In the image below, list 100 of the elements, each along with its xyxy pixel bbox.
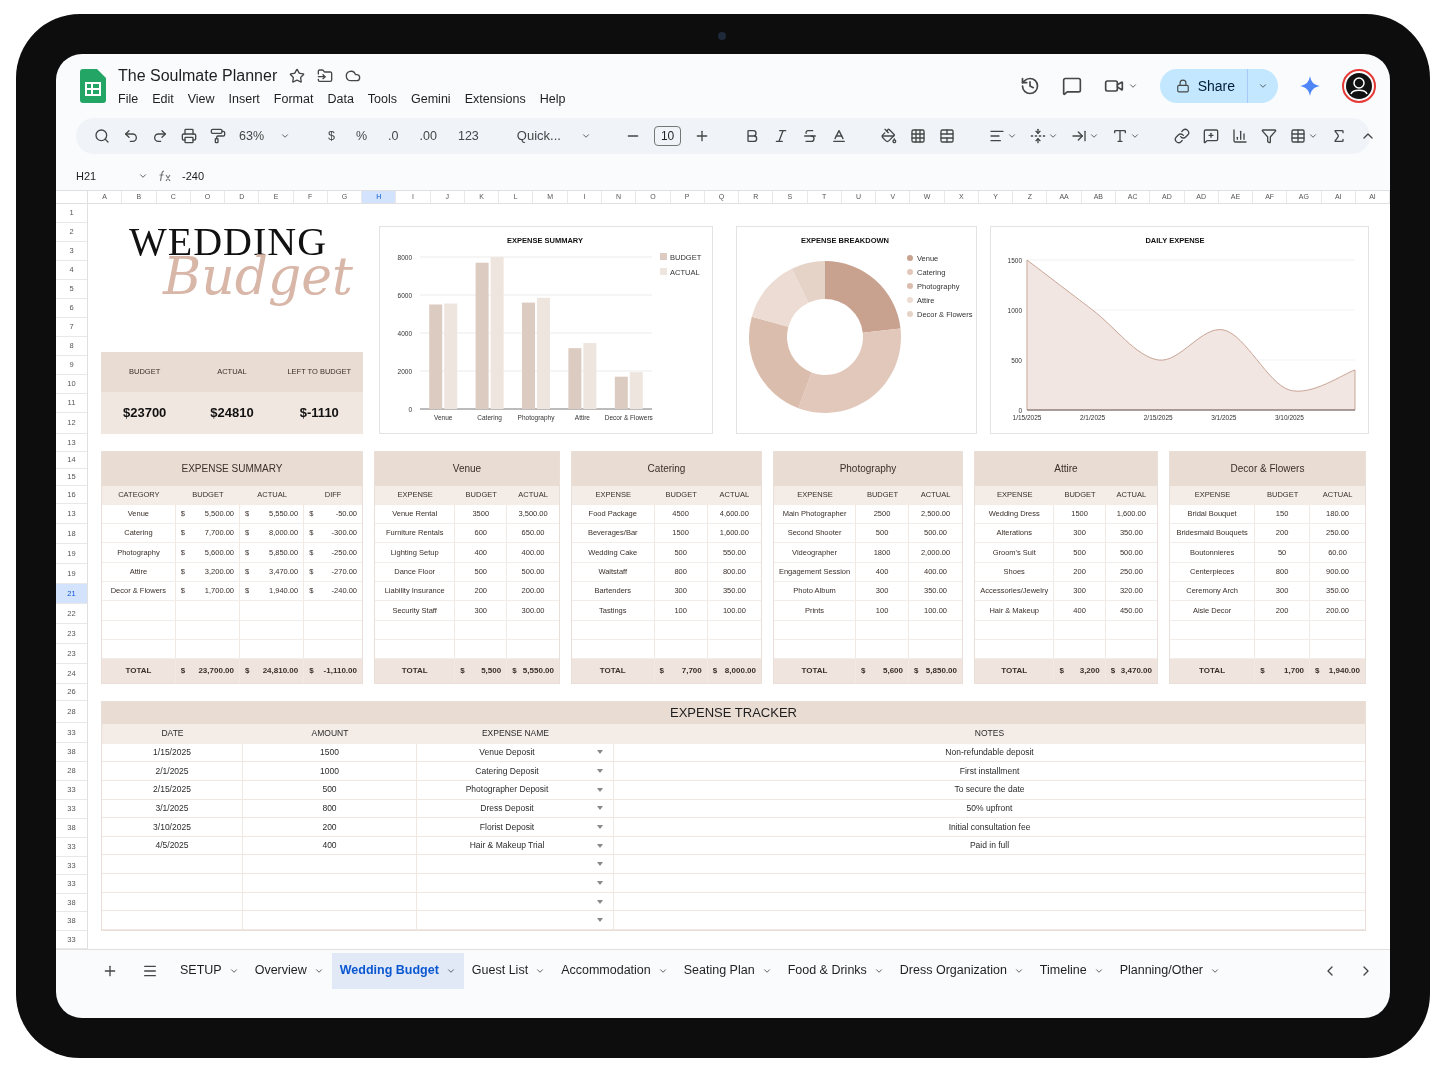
menu-item[interactable]: Help [539, 89, 566, 109]
amount-text: 24,810.00 [262, 665, 299, 678]
menu-item[interactable]: File [118, 89, 139, 109]
caret-icon[interactable] [1089, 131, 1100, 141]
caret-icon[interactable] [1127, 81, 1138, 91]
spreadsheet-logo-icon[interactable] [80, 69, 106, 103]
text-rotation-icon[interactable] [1112, 128, 1129, 144]
text-color-icon[interactable] [831, 128, 848, 144]
fill-color-icon[interactable] [881, 128, 898, 144]
dropdown-icon[interactable] [597, 880, 603, 885]
folder-icon[interactable] [317, 67, 334, 84]
caret-icon[interactable] [580, 131, 591, 141]
vertical-align-icon[interactable] [1030, 128, 1047, 144]
menu-item[interactable]: View [187, 89, 215, 109]
table-cell: Hair & Makeup Trial [469, 839, 545, 852]
amount-text: -1,110.00 [323, 665, 357, 678]
dropdown-icon[interactable] [597, 862, 603, 867]
paint-format-icon[interactable] [210, 128, 226, 144]
sheet-tab[interactable]: SETUP [172, 952, 247, 989]
caret-icon[interactable] [280, 131, 291, 141]
dropdown-icon[interactable] [597, 806, 603, 811]
sheet-tab[interactable]: Food & Drinks [779, 952, 892, 989]
undo-icon[interactable] [123, 128, 139, 144]
sheet-tab[interactable]: Seating Plan [675, 952, 780, 989]
caret-icon[interactable] [1048, 131, 1059, 141]
sheet-tab[interactable]: Planning/Other [1111, 952, 1228, 989]
sheet-tab[interactable]: Overview [246, 952, 332, 989]
currency-sign: $ [309, 665, 314, 678]
legend-dot [907, 297, 913, 303]
dropdown-icon[interactable] [597, 769, 603, 774]
table-icon[interactable] [1290, 128, 1307, 144]
function-icon [158, 170, 172, 182]
table-cell: 4/5/2025 [155, 839, 189, 852]
redo-icon[interactable] [152, 128, 168, 144]
search-icon[interactable] [94, 128, 110, 144]
table-cell: 3/10/2025 [153, 820, 191, 834]
text-wrap-icon[interactable] [1071, 128, 1088, 144]
history-icon[interactable] [1019, 76, 1040, 96]
add-comment-icon[interactable] [1203, 128, 1220, 144]
table-title: EXPENSE TRACKER [670, 704, 797, 723]
font-size-field[interactable]: 10 [653, 126, 682, 146]
percent-format-button[interactable]: % [352, 126, 372, 146]
table-cell: Non-refundable deposit [945, 746, 1034, 759]
legend-dot [907, 269, 913, 275]
table-cell: Paid in full [969, 839, 1010, 852]
font-select[interactable]: Quick... [516, 126, 591, 146]
caret-icon[interactable] [138, 171, 148, 181]
sheet-tab[interactable]: Dress Organization [891, 952, 1032, 989]
sheet-tab[interactable]: Guest List [463, 952, 554, 989]
table-cell: 1500 [320, 746, 339, 759]
align-icon[interactable] [989, 128, 1006, 144]
table-cell: 400 [322, 839, 337, 852]
currency-format-button[interactable]: $ [324, 126, 339, 146]
menu-item[interactable]: Extensions [464, 89, 526, 109]
borders-icon[interactable] [910, 128, 927, 144]
menu-item[interactable]: Format [273, 89, 314, 109]
column-heading: EXPENSE NAME [481, 727, 550, 741]
merge-cells-icon[interactable] [939, 128, 956, 144]
table-cell: 200 [322, 820, 337, 834]
increase-decimal-button[interactable]: .00 [415, 126, 441, 146]
table-title: Venue [452, 462, 482, 477]
sheet-tab[interactable]: Wedding Budget [331, 952, 464, 989]
chart-icon[interactable] [1232, 128, 1249, 144]
filter-icon[interactable] [1261, 128, 1278, 144]
dropdown-icon[interactable] [597, 787, 603, 792]
avatar-icon[interactable] [1342, 69, 1376, 103]
link-icon[interactable] [1174, 128, 1191, 144]
amount-text: 1,700 [1284, 665, 1305, 678]
sheet-tab[interactable]: Timeline [1031, 952, 1112, 989]
lock-icon[interactable] [1175, 79, 1190, 93]
menu-item[interactable]: Edit [152, 89, 174, 109]
menu-item[interactable]: Insert [228, 89, 260, 109]
dropdown-icon[interactable] [597, 825, 603, 829]
table-cell: TOTAL [1199, 665, 1226, 678]
menu-item[interactable]: Data [327, 89, 354, 109]
caret-icon[interactable] [1308, 131, 1319, 141]
amount-text: 8,000.00 [724, 665, 756, 678]
dropdown-icon[interactable] [597, 918, 603, 923]
document-title[interactable]: The Soulmate Planner [118, 63, 278, 88]
decrease-decimal-button[interactable]: .0 [384, 126, 403, 146]
print-icon[interactable] [181, 128, 197, 144]
sparkle-icon[interactable] [1300, 76, 1320, 96]
comment-icon[interactable] [1061, 76, 1082, 96]
name-box[interactable]: H21 [76, 167, 97, 185]
formula-field[interactable]: -240 [182, 167, 205, 185]
menu-item[interactable]: Tools [367, 89, 398, 109]
caret-icon[interactable] [1007, 131, 1018, 141]
dropdown-icon[interactable] [597, 899, 603, 904]
number-format-button[interactable]: 123 [453, 126, 483, 146]
dropdown-icon[interactable] [597, 750, 603, 755]
caret-icon[interactable] [1258, 81, 1268, 91]
zoom-select[interactable]: 63% [239, 126, 291, 146]
strikethrough-icon[interactable] [802, 128, 819, 144]
menu-item[interactable]: Gemini [411, 89, 451, 109]
caret-icon[interactable] [1130, 131, 1141, 141]
currency-sign: $ [460, 665, 465, 678]
sheet-tab[interactable]: Accommodation [553, 952, 676, 989]
table-cell: First installment [959, 764, 1020, 778]
star-icon[interactable] [289, 67, 306, 84]
dropdown-icon[interactable] [597, 843, 603, 848]
